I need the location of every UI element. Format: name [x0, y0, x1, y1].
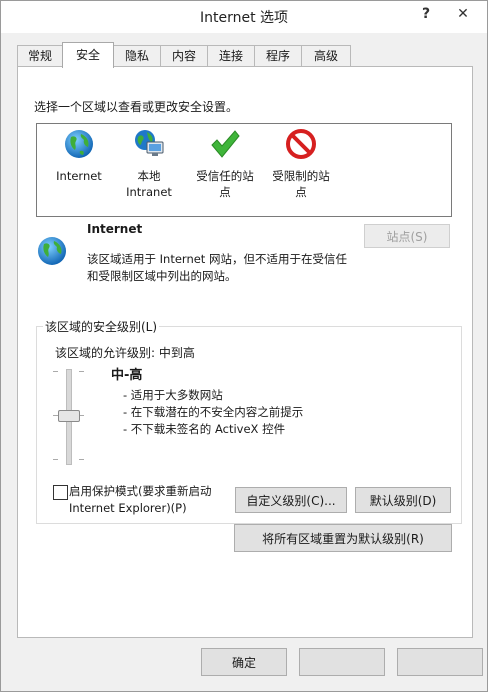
selected-zone-globe-icon	[38, 237, 66, 265]
security-panel: 选择一个区域以查看或更改安全设置。 Internet 本地 Intranet 受…	[17, 66, 473, 638]
zone-list: Internet 本地 Intranet 受信任的站 点 受限制的站 点	[36, 123, 452, 217]
security-level-bullet: - 在下载潜在的不安全内容之前提示	[123, 405, 304, 419]
slider-tick	[53, 371, 58, 372]
protected-mode-label-line-1: 启用保护模式(要求重新启动	[69, 484, 212, 498]
ok-button[interactable]: 确定	[201, 648, 287, 676]
zone-local-intranet-label-2: Intranet	[126, 185, 172, 199]
slider-thumb[interactable]	[58, 410, 80, 422]
check-icon	[211, 130, 240, 158]
security-level-slider[interactable]	[51, 367, 87, 465]
zone-internet-label: Internet	[56, 169, 102, 183]
slider-tick	[53, 459, 58, 460]
tab-connections[interactable]: 连接	[207, 45, 255, 67]
default-level-button[interactable]: 默认级别(D)	[355, 487, 451, 513]
tab-general[interactable]: 常规	[17, 45, 63, 67]
sites-button[interactable]: 站点(S)	[364, 224, 450, 248]
tab-advanced[interactable]: 高级	[301, 45, 351, 67]
help-button[interactable]: ?	[415, 3, 437, 25]
security-level-bullets: - 适用于大多数网站 - 在下载潜在的不安全内容之前提示 - 不下载未签名的 A…	[123, 387, 303, 438]
globe-icon	[65, 130, 93, 158]
tab-privacy[interactable]: 隐私	[113, 45, 161, 67]
intranet-icon	[135, 130, 164, 156]
cancel-button[interactable]	[299, 648, 385, 676]
security-level-name: 中-高	[111, 368, 143, 383]
selected-zone-description: 该区域适用于 Internet 网站，但不适用于在受信任 和受限制区域中列出的网…	[87, 251, 377, 285]
security-level-group: 该区域的安全级别(L) 该区域的允许级别: 中到高 中-高 - 适用于大多数网站…	[36, 318, 462, 524]
zone-select-prompt: 选择一个区域以查看或更改安全设置。	[34, 100, 239, 114]
apply-button[interactable]	[397, 648, 483, 676]
tab-security[interactable]: 安全	[62, 42, 114, 68]
protected-mode-label-line-2: Internet Explorer)(P)	[69, 501, 187, 515]
restricted-icon	[286, 129, 316, 159]
zone-trusted-sites-label-2: 点	[219, 185, 231, 199]
zone-trusted-sites[interactable]: 受信任的站 点	[185, 128, 265, 200]
tab-programs[interactable]: 程序	[254, 45, 302, 67]
protected-mode-label[interactable]: 启用保护模式(要求重新启动 Internet Explorer)(P)	[69, 483, 239, 517]
reset-all-zones-button[interactable]: 将所有区域重置为默认级别(R)	[234, 524, 452, 552]
selected-zone-desc-line-2: 和受限制区域中列出的网站。	[87, 269, 237, 283]
title-bar: Internet 选项 ? ✕	[1, 1, 487, 33]
security-level-bullet: - 适用于大多数网站	[123, 388, 223, 402]
zone-local-intranet[interactable]: 本地 Intranet	[109, 128, 189, 200]
selected-zone-name: Internet	[87, 222, 143, 236]
zone-local-intranet-label-1: 本地	[137, 169, 161, 183]
zone-internet[interactable]: Internet	[39, 128, 119, 184]
zone-trusted-sites-label-1: 受信任的站	[196, 169, 254, 183]
custom-level-button[interactable]: 自定义级别(C)...	[235, 487, 347, 513]
slider-tick	[79, 459, 84, 460]
allowed-levels-text: 该区域的允许级别: 中到高	[55, 346, 195, 360]
security-level-group-label: 该区域的安全级别(L)	[43, 318, 160, 335]
security-level-bullet: - 不下载未签名的 ActiveX 控件	[123, 422, 286, 436]
selected-zone-desc-line-1: 该区域适用于 Internet 网站，但不适用于在受信任	[87, 252, 347, 266]
close-button[interactable]: ✕	[441, 3, 485, 25]
tab-content[interactable]: 内容	[160, 45, 208, 67]
zone-restricted-sites-label-2: 点	[295, 185, 307, 199]
zone-restricted-sites[interactable]: 受限制的站 点	[261, 128, 341, 200]
internet-options-dialog: Internet 选项 ? ✕ 常规 安全 隐私 内容 连接 程序 高级 选择一…	[0, 0, 488, 692]
slider-tick	[79, 371, 84, 372]
protected-mode-checkbox[interactable]	[53, 485, 68, 500]
zone-restricted-sites-label-1: 受限制的站	[272, 169, 330, 183]
